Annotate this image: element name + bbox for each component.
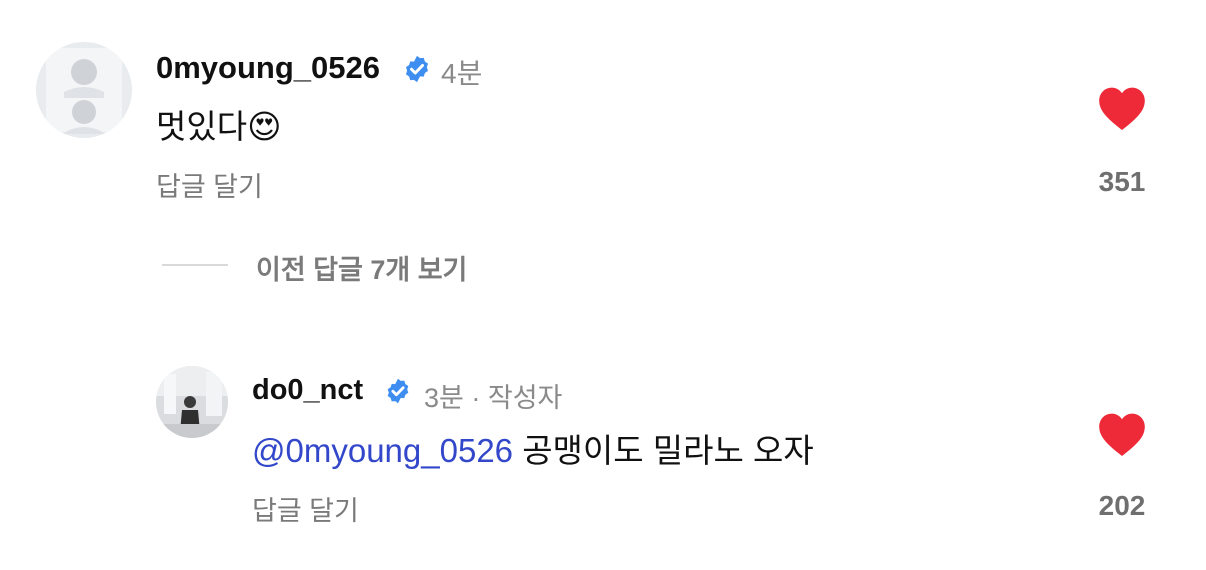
avatar[interactable]: [156, 366, 228, 438]
mention-link[interactable]: @0myoung_0526: [252, 432, 513, 469]
avatar[interactable]: [36, 42, 132, 138]
reply-button[interactable]: 답글 달기: [156, 165, 263, 204]
username[interactable]: do0_nct: [252, 374, 363, 407]
comment-text: 멋있다😍: [156, 108, 282, 145]
verified-badge-icon: [384, 377, 412, 410]
reply-body: 공맹이도 밀라노 오자: [513, 432, 814, 469]
like-count: 351: [1098, 166, 1146, 197]
divider-line: [162, 264, 228, 266]
heart-icon[interactable]: [1098, 412, 1146, 463]
heart-icon[interactable]: [1098, 86, 1146, 137]
reply-text: @0myoung_0526 공맹이도 밀라노 오자: [252, 424, 814, 472]
timestamp: 4분: [441, 58, 483, 89]
reply-button[interactable]: 답글 달기: [252, 489, 359, 528]
view-previous-replies-label: 이전 답글 7개 보기: [256, 255, 468, 285]
timestamp-author: 3분 · 작성자: [424, 383, 563, 413]
verified-badge-icon: [402, 54, 432, 89]
username[interactable]: 0myoung_0526: [156, 50, 380, 86]
like-count: 202: [1098, 490, 1146, 521]
